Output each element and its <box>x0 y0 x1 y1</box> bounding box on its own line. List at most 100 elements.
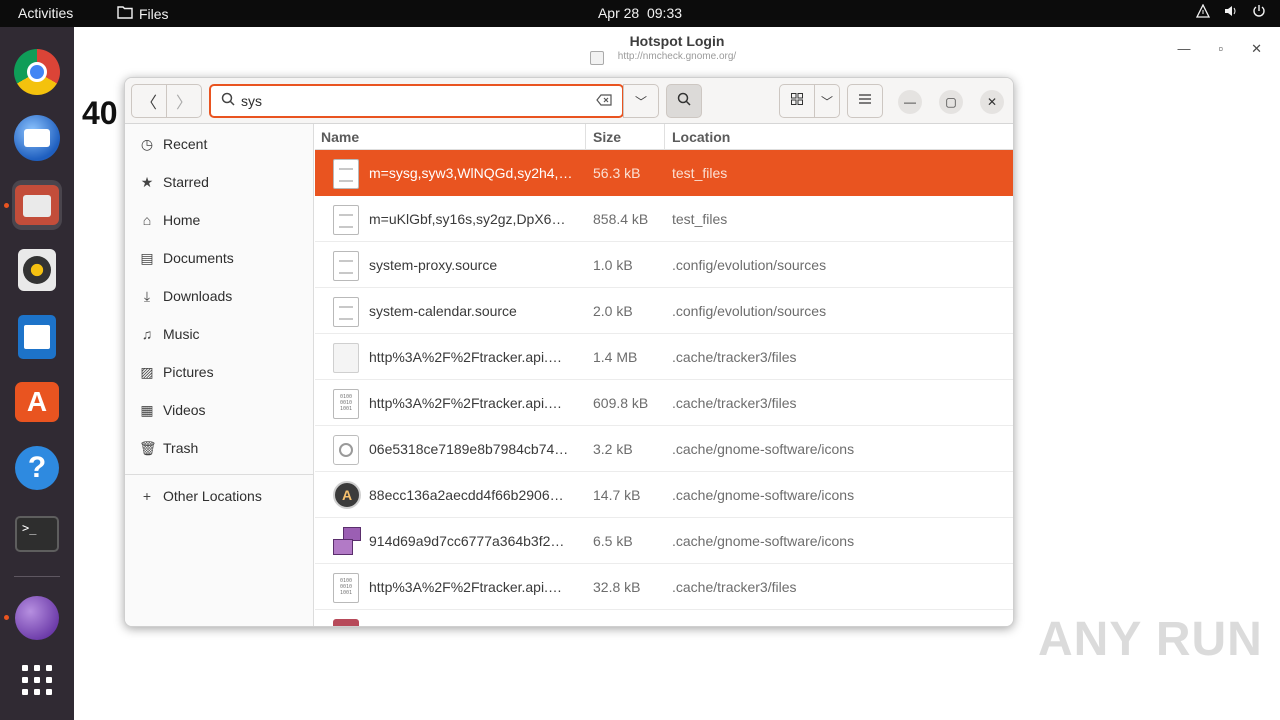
sidebar-item-starred[interactable]: ★ Starred <box>125 165 314 199</box>
minimize-button[interactable]: — <box>1177 41 1190 57</box>
dock: A ? >_ <box>0 27 74 720</box>
file-row[interactable]: http%3A%2F%2Ftracker.api.… 1.4 MB .cache… <box>315 334 1013 380</box>
app-store-file-icon: A <box>333 481 361 509</box>
download-icon: ⤓ <box>143 287 151 304</box>
watermark-logo: ANY RUN <box>1038 613 1263 666</box>
back-button[interactable]: 〈 <box>131 84 167 118</box>
close-button[interactable]: ✕ <box>1251 41 1262 57</box>
view-options-button[interactable]: ﹀ <box>814 84 840 118</box>
file-location: .cache/tracker3/files <box>672 349 797 365</box>
file-row[interactable]: A 88ecc136a2aecdd4f66b2906… 14.7 kB .cac… <box>315 472 1013 518</box>
screens-file-icon <box>333 527 361 557</box>
dock-terminal[interactable]: >_ <box>12 509 62 559</box>
dock-app-center[interactable]: A <box>12 377 62 427</box>
app-center-icon: A <box>15 382 59 422</box>
sidebar-item-label: Videos <box>163 402 206 418</box>
sidebar-item-label: Trash <box>163 440 199 456</box>
search-options-button[interactable]: ﹀ <box>623 84 659 118</box>
sidebar-item-music[interactable]: ♫ Music <box>125 317 314 351</box>
sidebar-item-trash[interactable]: 🗑 Trash <box>125 431 314 465</box>
file-size: 32.8 kB <box>593 579 641 595</box>
sidebar-item-label: Downloads <box>163 288 233 304</box>
sidebar-item-documents[interactable]: ▤ Documents <box>125 241 314 275</box>
rhythmbox-icon <box>18 249 56 291</box>
clock[interactable]: Apr 28 09:33 <box>0 5 1280 21</box>
file-row[interactable]: m=uKlGbf,sy16s,sy2gz,DpX6… 858.4 kB test… <box>315 196 1013 242</box>
folder-file-icon <box>333 619 359 626</box>
file-row[interactable]: system-proxy.source 1.0 kB .config/evolu… <box>315 242 1013 288</box>
file-size: 14.7 kB <box>593 487 641 503</box>
minimize-button[interactable]: — <box>898 90 922 114</box>
dock-thunderbird[interactable] <box>12 113 62 163</box>
column-size[interactable]: Size <box>593 129 621 145</box>
column-location[interactable]: Location <box>672 129 730 145</box>
maximize-button[interactable]: ▫ <box>1218 41 1223 57</box>
main-menu-button[interactable] <box>847 84 883 118</box>
sidebar-item-videos[interactable]: ▦ Videos <box>125 393 314 427</box>
close-button[interactable]: ✕ <box>980 90 1004 114</box>
sidebar-item-home[interactable]: ⌂ Home <box>125 203 314 237</box>
file-row[interactable]: 06e5318ce7189e8b7984cb74… 3.2 kB .cache/… <box>315 426 1013 472</box>
file-row[interactable]: 0100 0010 1001 http%3A%2F%2Ftracker.api.… … <box>315 564 1013 610</box>
dock-writer[interactable] <box>12 312 62 362</box>
file-location: .config/evolution/sources <box>672 257 827 273</box>
file-name: http%3A%2F%2Ftracker.api.… <box>369 395 562 411</box>
header-bar: 〈 〉 ﹀ ﹀ <box>125 78 1013 124</box>
view-grid-button[interactable] <box>779 84 815 118</box>
window-title: Hotspot Login <box>629 33 725 49</box>
show-apps-button[interactable] <box>12 655 62 705</box>
sidebar-item-label: Starred <box>163 174 209 190</box>
file-size: 3.2 kB <box>593 441 633 457</box>
sidebar-item-downloads[interactable]: ⤓ Downloads <box>125 279 314 313</box>
search-field[interactable] <box>209 84 624 118</box>
sidebar-item-pictures[interactable]: ▨ Pictures <box>125 355 314 389</box>
running-indicator <box>4 615 9 620</box>
maximize-button[interactable]: ▢ <box>939 90 963 114</box>
chevron-left-icon: 〈 <box>140 95 157 112</box>
close-icon: ✕ <box>986 95 998 109</box>
dock-help[interactable]: ? <box>12 443 62 493</box>
document-file-icon <box>333 251 359 281</box>
top-bar: Activities Files Apr 28 09:33 <box>0 0 1280 27</box>
files-window: 〈 〉 ﹀ ﹀ <box>124 77 1014 627</box>
file-size: 609.8 kB <box>593 395 649 411</box>
search-icon <box>677 92 691 111</box>
chevron-down-icon: ﹀ <box>634 94 647 109</box>
dock-rhythmbox[interactable] <box>12 245 62 295</box>
forward-button[interactable]: 〉 <box>166 84 202 118</box>
file-row[interactable]: m=sysg,syw3,WlNQGd,sy2h4,… 56.3 kB test_… <box>315 150 1013 196</box>
search-input[interactable] <box>241 93 571 109</box>
document-icon: ▤ <box>140 249 154 266</box>
document-file-icon <box>333 205 359 235</box>
file-row-partial[interactable] <box>315 610 1013 626</box>
file-location: .cache/gnome-software/icons <box>672 487 855 503</box>
dock-chrome[interactable] <box>12 47 62 97</box>
sidebar-item-recent[interactable]: ◷ Recent <box>125 127 314 161</box>
page-heading: 40 <box>82 95 118 131</box>
clock-file-icon <box>333 435 359 465</box>
dock-files[interactable] <box>12 180 62 230</box>
file-name: m=uKlGbf,sy16s,sy2gz,DpX6… <box>369 211 566 227</box>
trash-icon: 🗑 <box>139 439 157 456</box>
dock-tor-browser[interactable] <box>12 593 62 643</box>
file-row[interactable]: 914d69a9d7cc6777a364b3f2… 6.5 kB .cache/… <box>315 518 1013 564</box>
file-size: 6.5 kB <box>593 533 633 549</box>
search-toggle-button[interactable] <box>666 84 702 118</box>
document-file-icon <box>333 297 359 327</box>
clear-search-icon[interactable] <box>596 93 612 109</box>
minimize-icon: — <box>904 95 916 109</box>
file-list: Name Size Location m=sysg,syw3,WlNQGd,sy… <box>315 124 1013 626</box>
sidebar-item-label: Music <box>163 326 200 342</box>
file-size: 2.0 kB <box>593 303 633 319</box>
chevron-right-icon: 〉 <box>175 95 192 112</box>
music-icon: ♫ <box>141 326 153 342</box>
file-size: 858.4 kB <box>593 211 649 227</box>
file-row[interactable]: 0100 0010 1001 http%3A%2F%2Ftracker.api.… … <box>315 380 1013 426</box>
column-divider <box>664 124 665 150</box>
file-location: test_files <box>672 211 728 227</box>
sidebar-item-other-locations[interactable]: + Other Locations <box>125 479 314 513</box>
system-tray[interactable] <box>1195 3 1266 21</box>
file-location: .cache/gnome-software/icons <box>672 441 855 457</box>
file-row[interactable]: system-calendar.source 2.0 kB .config/ev… <box>315 288 1013 334</box>
column-name[interactable]: Name <box>321 129 359 145</box>
